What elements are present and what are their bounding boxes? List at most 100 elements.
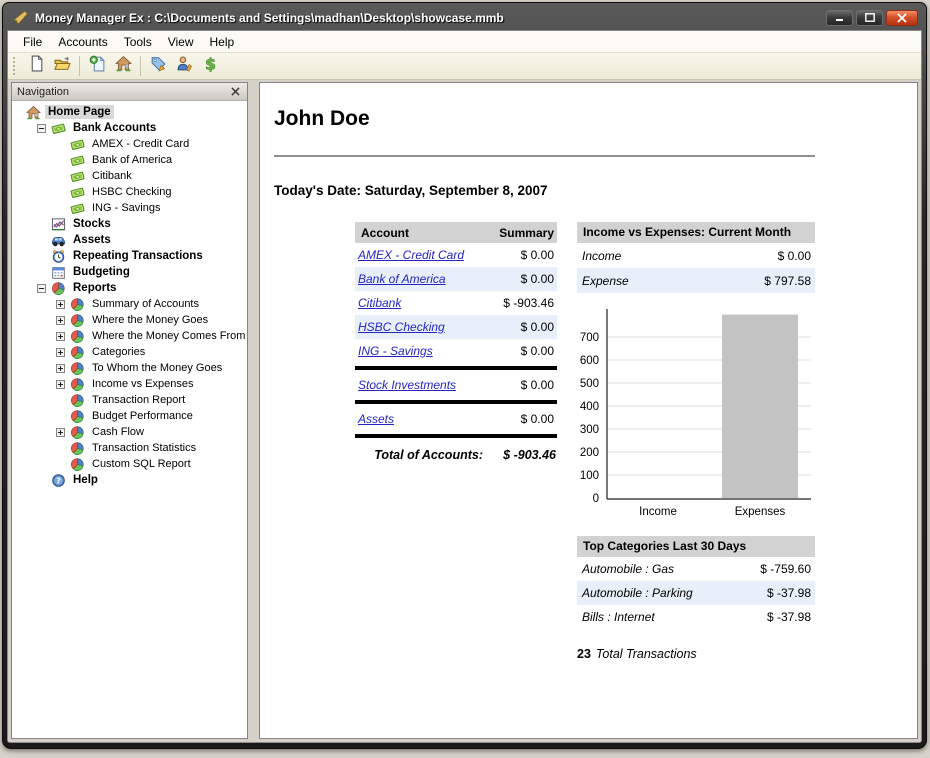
top-category-value: $ -37.98 (766, 610, 811, 624)
account-link-amex-credit-card[interactable]: AMEX - Credit Card (358, 248, 464, 262)
tree-expander-minus-icon[interactable] (37, 123, 51, 133)
nav-item-citibank[interactable]: Citibank (12, 168, 247, 184)
nav-item-custom-sql-report[interactable]: Custom SQL Report (12, 456, 247, 472)
transactions-summary-line: 23 Total Transactions (577, 647, 815, 661)
nav-item-transaction-statistics[interactable]: Transaction Statistics (12, 440, 247, 456)
tree-expander-plus-icon[interactable] (56, 427, 70, 437)
accounts-total-row: Total of Accounts: $ -903.46 (355, 441, 557, 468)
account-balance: $ 0.00 (520, 412, 554, 426)
tree-expander-plus-icon[interactable] (56, 363, 70, 373)
svg-text:200: 200 (580, 447, 599, 459)
nav-item-amex-credit-card[interactable]: AMEX - Credit Card (12, 136, 247, 152)
panel-splitter[interactable] (253, 82, 254, 739)
nav-item-label: Income vs Expenses (92, 378, 194, 390)
minimize-button[interactable] (826, 9, 853, 26)
toolbar-button-open-database[interactable] (49, 55, 75, 78)
svg-text:$: $ (204, 55, 215, 72)
nav-item-label: Bank Accounts (73, 122, 157, 134)
svg-text:700: 700 (580, 332, 599, 344)
money-icon (70, 153, 86, 168)
nav-item-cash-flow[interactable]: Cash Flow (12, 424, 247, 440)
maximize-icon (864, 13, 875, 22)
close-icon (230, 87, 240, 96)
nav-item-assets[interactable]: Assets (12, 232, 247, 248)
close-icon (897, 13, 907, 22)
menu-item-view[interactable]: View (160, 33, 202, 51)
nav-item-label: Transaction Report (92, 394, 186, 406)
toolbar-separator (79, 56, 80, 76)
nav-item-repeating-transactions[interactable]: Repeating Transactions (12, 248, 247, 264)
nav-item-bank-accounts[interactable]: Bank Accounts (12, 120, 247, 136)
account-row-bank-of-america: Bank of America $ 0.00 (355, 267, 557, 291)
app-logo-icon (12, 9, 29, 26)
account-link-assets[interactable]: Assets (358, 412, 394, 426)
nav-item-where-the-money-goes[interactable]: Where the Money Goes (12, 312, 247, 328)
account-link-stock-investments[interactable]: Stock Investments (358, 378, 456, 392)
nav-item-label: Bank of America (92, 154, 173, 166)
pie-chart-icon (70, 425, 86, 440)
account-link-bank-of-america[interactable]: Bank of America (358, 272, 446, 286)
user-name-heading: John Doe (274, 107, 370, 130)
account-balance: $ 0.00 (520, 248, 554, 262)
account-link-citibank[interactable]: Citibank (358, 296, 401, 310)
maximize-button[interactable] (856, 9, 883, 26)
minimize-icon (835, 18, 843, 21)
top-category-value: $ -759.60 (760, 562, 811, 576)
nav-item-bank-of-america[interactable]: Bank of America (12, 152, 247, 168)
nav-item-stocks[interactable]: Stocks (12, 216, 247, 232)
nav-item-transaction-report[interactable]: Transaction Report (12, 392, 247, 408)
account-link-ing-savings[interactable]: ING - Savings (358, 344, 433, 358)
tree-expander-plus-icon[interactable] (56, 315, 70, 325)
todays-date-heading: Today's Date: Saturday, September 8, 200… (274, 183, 548, 198)
nav-item-home-page[interactable]: Home Page (12, 104, 247, 120)
dollar-icon: $ (202, 54, 219, 77)
toolbar-button-new-database[interactable] (23, 55, 49, 78)
nav-item-label: Cash Flow (92, 426, 144, 438)
nav-item-ing-savings[interactable]: ING - Savings (12, 200, 247, 216)
pie-chart-icon (70, 329, 86, 344)
top-category-label: Automobile : Parking (582, 586, 693, 600)
nav-item-reports[interactable]: Reports (12, 280, 247, 296)
toolbar-button-currency[interactable]: $ (197, 54, 223, 78)
menu-item-file[interactable]: File (15, 33, 50, 51)
stocks-icon (51, 217, 67, 232)
account-balance: $ 0.00 (520, 378, 554, 392)
nav-item-categories[interactable]: Categories (12, 344, 247, 360)
svg-text:Income: Income (639, 506, 677, 518)
pie-chart-icon (70, 393, 86, 408)
money-icon (51, 121, 67, 136)
nav-item-where-the-money-comes-from[interactable]: Where the Money Comes From (12, 328, 247, 344)
toolbar-button-organize-categories[interactable] (145, 55, 171, 78)
close-button[interactable] (886, 9, 918, 26)
menu-item-tools[interactable]: Tools (116, 33, 160, 51)
accounts-total-label: Total of Accounts: (374, 447, 483, 462)
tree-expander-plus-icon[interactable] (56, 379, 70, 389)
nav-item-hsbc-checking[interactable]: HSBC Checking (12, 184, 247, 200)
report-divider (274, 155, 815, 157)
toolbar-button-home-page[interactable] (110, 55, 136, 78)
toolbar-button-organize-payees[interactable] (171, 55, 197, 78)
navigation-close-button[interactable] (228, 85, 242, 99)
nav-item-summary-of-accounts[interactable]: Summary of Accounts (12, 296, 247, 312)
tree-expander-plus-icon[interactable] (56, 331, 70, 341)
titlebar[interactable]: Money Manager Ex : C:\Documents and Sett… (7, 3, 922, 30)
nav-item-help[interactable]: ? Help (12, 472, 247, 488)
tree-expander-minus-icon[interactable] (37, 283, 51, 293)
tree-expander-plus-icon[interactable] (56, 347, 70, 357)
nav-item-to-whom-the-money-goes[interactable]: To Whom the Money Goes (12, 360, 247, 376)
account-row-stock-investments: Stock Investments $ 0.00 (355, 373, 557, 397)
nav-item-budget-performance[interactable]: Budget Performance (12, 408, 247, 424)
toolbar-grip[interactable] (13, 57, 18, 75)
nav-item-budgeting[interactable]: Budgeting (12, 264, 247, 280)
dashboard: Account Summary AMEX - Credit Card $ 0.00… (355, 222, 917, 661)
account-link-hsbc-checking[interactable]: HSBC Checking (358, 320, 445, 334)
nav-item-label: Budgeting (73, 266, 130, 278)
tree-expander-plus-icon[interactable] (56, 299, 70, 309)
toolbar-button-new-account[interactable] (84, 55, 110, 78)
svg-text:400: 400 (580, 401, 599, 413)
menu-item-accounts[interactable]: Accounts (50, 33, 115, 51)
menu-item-help[interactable]: Help (202, 33, 243, 51)
nav-item-income-vs-expenses[interactable]: Income vs Expenses (12, 376, 247, 392)
nav-item-label: AMEX - Credit Card (92, 138, 190, 150)
transactions-label: Total Transactions (595, 647, 697, 661)
